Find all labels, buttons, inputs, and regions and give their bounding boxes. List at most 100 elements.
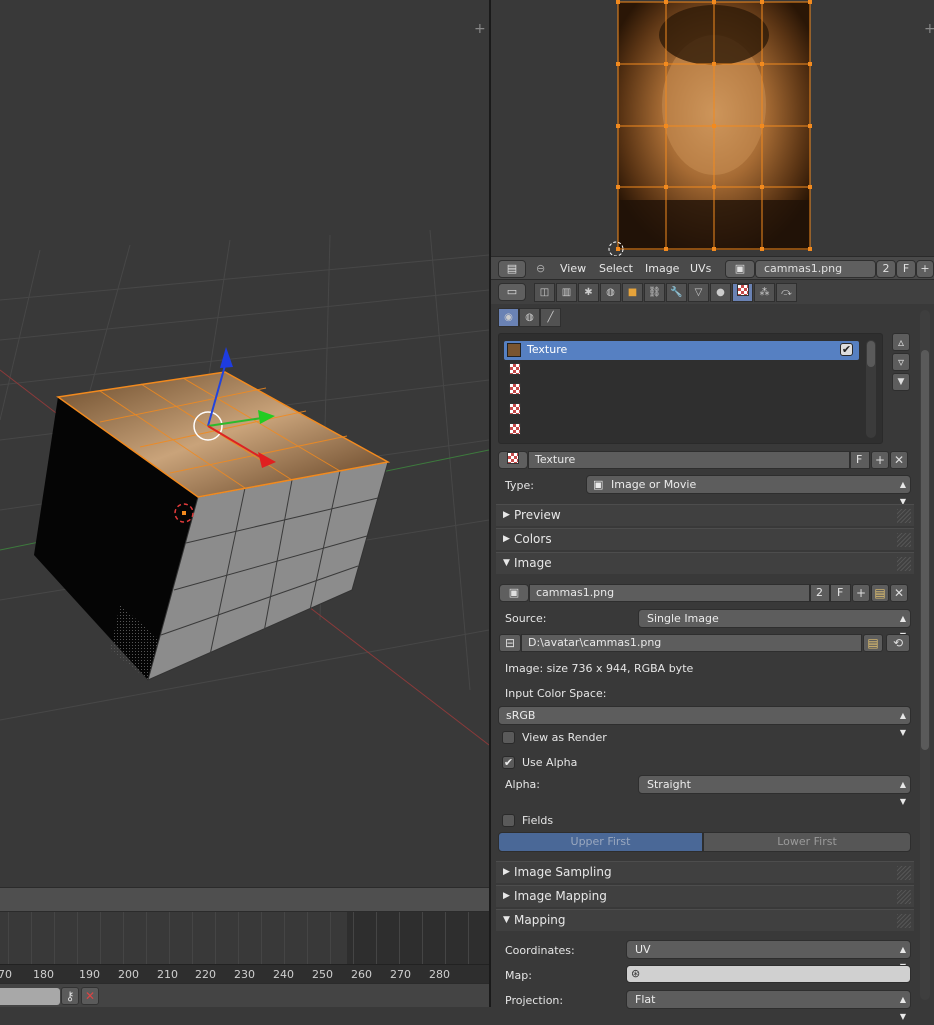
specials-menu-icon[interactable]: ▼ xyxy=(892,373,910,391)
material-tab-icon[interactable]: ● xyxy=(710,283,731,302)
image-browse-icon[interactable]: ▣ xyxy=(499,584,529,602)
collapse-menus-icon[interactable]: ⊖ xyxy=(536,262,545,275)
fields-checkbox[interactable] xyxy=(502,814,515,827)
move-down-icon[interactable]: ▿ xyxy=(892,353,910,371)
playback-field[interactable] xyxy=(0,988,60,1005)
texture-name-field[interactable]: Texture xyxy=(528,451,850,469)
projection-dropdown[interactable]: Flat ▲ ▼ xyxy=(626,990,911,1021)
unlink-image-icon[interactable]: ✕ xyxy=(890,584,908,602)
texture-slot-list[interactable]: Texture ✔ xyxy=(498,333,883,444)
image-browse-icon[interactable]: ▣ xyxy=(725,260,755,278)
image-name-field[interactable]: cammas1.png xyxy=(529,584,810,602)
physics-tab-icon[interactable]: ⤼ xyxy=(776,283,797,302)
keying-icon[interactable]: ⚷ xyxy=(61,987,79,1005)
menu-uvs[interactable]: UVs xyxy=(690,262,711,275)
editor-type-icon[interactable]: ▭ xyxy=(498,283,526,301)
empty-slot-icon[interactable] xyxy=(509,363,521,378)
texture-slot-row[interactable]: Texture ✔ xyxy=(504,341,859,360)
scene-tab-icon[interactable]: ✱ xyxy=(578,283,599,302)
new-image-icon[interactable]: + xyxy=(916,260,934,278)
modifiers-tab-icon[interactable]: 🔧 xyxy=(666,283,687,302)
material-texture-context-icon[interactable]: ◉ xyxy=(498,308,519,327)
unlink-texture-icon[interactable]: ✕ xyxy=(890,451,908,469)
dropdown-arrows-icon: ▲▼ xyxy=(899,780,906,806)
image-fake-user-button[interactable]: F xyxy=(830,584,851,602)
particles-tab-icon[interactable]: ⁂ xyxy=(754,283,775,302)
frame-number: 280 xyxy=(429,968,450,981)
source-dropdown[interactable]: Single Image ▲▼ xyxy=(638,609,911,640)
properties-scrollbar[interactable] xyxy=(920,310,930,1000)
color-space-dropdown[interactable]: sRGB ▲ ▼ xyxy=(498,706,911,737)
world-texture-context-icon[interactable]: ◍ xyxy=(519,308,540,327)
delete-keyframe-icon[interactable]: ✕ xyxy=(81,987,99,1005)
panel-grip[interactable] xyxy=(897,866,911,880)
slot-enabled-checkbox[interactable]: ✔ xyxy=(840,343,853,356)
uv-image-editor[interactable]: + xyxy=(491,0,934,256)
alpha-dropdown[interactable]: Straight ▲ ▼ xyxy=(638,775,911,806)
move-up-icon[interactable]: ▵ xyxy=(892,333,910,351)
frame-number: 220 xyxy=(195,968,216,981)
empty-slot-icon[interactable] xyxy=(509,403,521,418)
slot-list-scrollbar[interactable] xyxy=(866,340,876,438)
view-as-render-checkbox[interactable] xyxy=(502,731,515,744)
use-alpha-checkbox[interactable]: ✔ xyxy=(502,756,515,769)
browse-file-icon[interactable]: ▤ xyxy=(863,634,883,652)
brush-texture-context-icon[interactable]: ╱ xyxy=(540,308,561,327)
corner-plus-icon[interactable]: + xyxy=(474,21,486,37)
constraints-tab-icon[interactable]: ⛓ xyxy=(644,283,665,302)
render-layers-tab-icon[interactable]: ▥ xyxy=(556,283,577,302)
frame-number: 180 xyxy=(33,968,54,981)
alpha-label: Alpha: xyxy=(505,778,540,791)
menu-view[interactable]: View xyxy=(560,262,586,275)
panel-image[interactable]: ▼ Image xyxy=(496,552,914,574)
image-users-count[interactable]: 2 xyxy=(876,260,896,278)
image-filepath-field[interactable]: D:\avatar\cammas1.png xyxy=(521,634,862,652)
3d-viewport[interactable]: + xyxy=(0,0,489,887)
panel-grip[interactable] xyxy=(897,557,911,571)
projection-value: Flat xyxy=(635,993,656,1006)
empty-slot-icon[interactable] xyxy=(509,383,521,398)
panel-grip[interactable] xyxy=(897,914,911,928)
uv-map-field[interactable]: ⊛ xyxy=(626,965,911,983)
frame-number: 250 xyxy=(312,968,333,981)
texture-fake-user-button[interactable]: F xyxy=(850,451,870,469)
panel-image-sampling[interactable]: ▶ Image Sampling xyxy=(496,861,914,883)
image-users-count[interactable]: 2 xyxy=(810,584,830,602)
texture-type-dropdown[interactable]: ▣ Image or Movie ▲ ▼ xyxy=(586,475,911,506)
empty-slot-icon[interactable] xyxy=(509,423,521,438)
pack-image-icon[interactable]: ⊟ xyxy=(499,634,521,652)
editor-type-icon[interactable]: ▤ xyxy=(498,260,526,278)
frame-number: 270 xyxy=(390,968,411,981)
render-tab-icon[interactable]: ◫ xyxy=(534,283,555,302)
corner-plus-icon[interactable]: + xyxy=(924,21,934,37)
upper-first-button[interactable]: Upper First xyxy=(498,832,703,852)
panel-grip[interactable] xyxy=(897,890,911,904)
open-image-icon[interactable]: ▤ xyxy=(871,584,889,602)
menu-select[interactable]: Select xyxy=(599,262,633,275)
panel-mapping[interactable]: ▼ Mapping xyxy=(496,909,914,931)
source-value: Single Image xyxy=(647,612,719,625)
image-name-field[interactable]: cammas1.png xyxy=(755,260,876,278)
lower-first-button[interactable]: Lower First xyxy=(703,832,911,852)
coordinates-dropdown[interactable]: UV ▲▼ xyxy=(626,940,911,971)
menu-image[interactable]: Image xyxy=(645,262,679,275)
data-tab-icon[interactable]: ▽ xyxy=(688,283,709,302)
panel-grip[interactable] xyxy=(897,533,911,547)
z-arrow-head[interactable] xyxy=(220,347,233,368)
texture-browse-icon[interactable] xyxy=(498,451,528,469)
scrollbar-thumb[interactable] xyxy=(921,350,929,750)
new-image-icon[interactable]: + xyxy=(852,584,870,602)
new-texture-icon[interactable]: + xyxy=(871,451,889,469)
world-tab-icon[interactable]: ◍ xyxy=(600,283,621,302)
fake-user-button[interactable]: F xyxy=(896,260,916,278)
panel-colors[interactable]: ▶ Colors xyxy=(496,528,914,550)
reload-icon[interactable]: ⟲ xyxy=(886,634,910,652)
panel-preview[interactable]: ▶ Preview xyxy=(496,504,914,526)
timeline-frame-axis[interactable]: 70 180 190 200 210 220 230 240 250 260 2… xyxy=(0,964,489,984)
map-label: Map: xyxy=(505,969,532,982)
panel-image-mapping[interactable]: ▶ Image Mapping xyxy=(496,885,914,907)
panel-grip[interactable] xyxy=(897,509,911,523)
texture-tab-icon[interactable] xyxy=(732,283,753,302)
object-tab-icon[interactable]: ■ xyxy=(622,283,643,302)
timeline[interactable]: 70 180 190 200 210 220 230 240 250 260 2… xyxy=(0,911,489,984)
